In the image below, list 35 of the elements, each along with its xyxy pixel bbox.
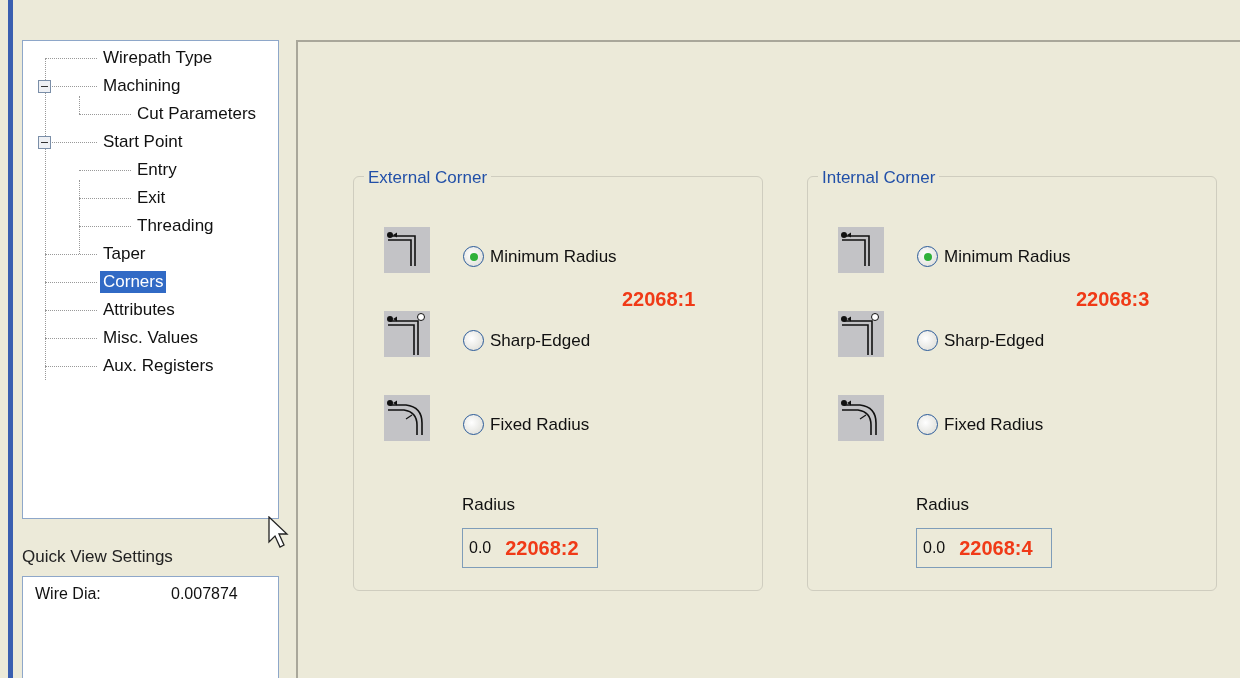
tree-item[interactable]: Misc. Values bbox=[100, 327, 202, 349]
corner-icon bbox=[838, 395, 884, 441]
radio-option[interactable]: Minimum Radius bbox=[917, 244, 1071, 270]
corner-icon bbox=[838, 227, 884, 273]
corner-icon bbox=[384, 227, 430, 273]
tree-item[interactable]: Aux. Registers bbox=[100, 355, 217, 377]
section-title: Quick View Settings bbox=[22, 546, 173, 568]
setting-label: Wire Dia: bbox=[35, 584, 102, 604]
radio-option[interactable]: Sharp-Edged bbox=[917, 328, 1045, 354]
field-label: Radius bbox=[462, 494, 516, 516]
tree-item[interactable]: Cut Parameters bbox=[134, 103, 260, 125]
tree-item[interactable]: Wirepath Type bbox=[100, 47, 216, 69]
tree-item[interactable]: Corners bbox=[100, 271, 167, 293]
radio-option[interactable]: Sharp-Edged bbox=[463, 328, 591, 354]
tree-item[interactable]: Machining bbox=[100, 75, 184, 97]
tree-item[interactable]: Taper bbox=[100, 243, 149, 265]
collapse-icon[interactable] bbox=[38, 136, 51, 149]
radio-option[interactable]: Fixed Radius bbox=[463, 412, 590, 438]
tree-item[interactable]: Start Point bbox=[100, 131, 186, 153]
corner-icon bbox=[384, 311, 430, 357]
corner-icon bbox=[384, 395, 430, 441]
collapse-icon[interactable] bbox=[38, 80, 51, 93]
setting-value: 0.007874 bbox=[171, 584, 238, 604]
radio-option[interactable]: Fixed Radius bbox=[917, 412, 1044, 438]
radius-field[interactable]: 0.0 22068:2 bbox=[462, 527, 598, 568]
annotation-label: 22068:3 bbox=[1076, 287, 1150, 312]
annotation-label: 22068:1 bbox=[622, 287, 696, 312]
radio-option[interactable]: Minimum Radius bbox=[463, 244, 617, 270]
tree-item[interactable]: Threading bbox=[134, 215, 217, 237]
radius-field[interactable]: 0.0 22068:4 bbox=[916, 527, 1052, 568]
field-label: Radius bbox=[916, 494, 970, 516]
tree-item[interactable]: Attributes bbox=[100, 299, 178, 321]
tree-item[interactable]: Entry bbox=[134, 159, 180, 181]
corner-icon bbox=[838, 311, 884, 357]
tree-item[interactable]: Exit bbox=[134, 187, 169, 209]
